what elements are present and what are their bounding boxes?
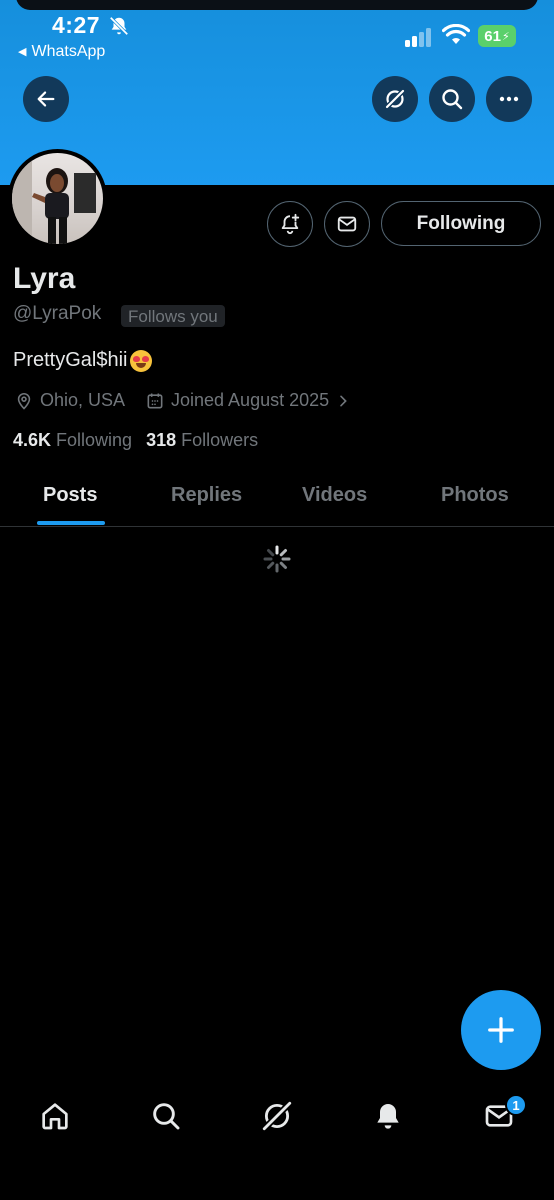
bell-muted-icon — [109, 16, 129, 36]
followers-stat[interactable]: 318 Followers — [146, 430, 258, 451]
tab-posts[interactable]: Posts — [43, 484, 97, 507]
back-button[interactable] — [23, 76, 69, 122]
followers-count: 318 — [146, 430, 177, 450]
grok-icon — [385, 89, 405, 109]
location-text: Ohio, USA — [40, 390, 126, 410]
nav-notifications[interactable] — [370, 1098, 406, 1134]
tab-replies[interactable]: Replies — [171, 484, 242, 507]
search-icon — [442, 89, 463, 110]
location-pin-icon — [17, 392, 31, 410]
battery-indicator: 61 ⚡ — [478, 25, 516, 47]
calendar-icon — [147, 393, 163, 408]
bio-text: PrettyGal$hii — [13, 349, 128, 371]
compose-post-button[interactable] — [461, 990, 541, 1070]
nav-grok[interactable] — [259, 1098, 295, 1134]
grok-button[interactable] — [372, 76, 418, 122]
charging-bolt-icon: ⚡ — [501, 30, 510, 43]
more-horizontal-icon — [499, 96, 519, 102]
home-icon — [42, 1103, 68, 1130]
follow-stats: 4.6K Following 318 Followers — [13, 430, 258, 451]
chevron-right-icon — [340, 395, 347, 406]
joined-date[interactable]: Joined August 2025 — [145, 390, 351, 411]
more-button[interactable] — [486, 76, 532, 122]
arrow-left-icon — [37, 91, 55, 107]
profile-bio: PrettyGal$hii — [13, 349, 152, 372]
following-count: 4.6K — [13, 430, 52, 450]
grok-icon — [261, 1100, 293, 1132]
joined-text: Joined August 2025 — [171, 390, 330, 410]
tab-videos[interactable]: Videos — [302, 484, 367, 507]
dynamic-island — [16, 0, 538, 10]
back-to-app-link[interactable]: ◀ WhatsApp — [18, 43, 105, 61]
cellular-signal-icon — [405, 27, 433, 47]
search-icon — [153, 1103, 180, 1130]
following-button[interactable]: Following — [381, 201, 541, 246]
messages-badge: 1 — [505, 1094, 527, 1116]
message-button[interactable] — [324, 201, 370, 247]
follows-you-badge: Follows you — [121, 305, 225, 327]
notifications-subscribe-button[interactable] — [267, 201, 313, 247]
search-button[interactable] — [429, 76, 475, 122]
profile-avatar[interactable] — [8, 149, 107, 248]
back-triangle-icon: ◀ — [18, 46, 27, 58]
active-tab-indicator — [37, 521, 105, 525]
avatar-photo — [12, 153, 103, 244]
tab-photos[interactable]: Photos — [441, 484, 509, 507]
status-time: 4:27 — [52, 12, 101, 38]
heart-eyes-cat-emoji-icon — [129, 349, 152, 372]
following-stat[interactable]: 4.6K Following — [13, 430, 132, 451]
followers-label: Followers — [181, 430, 259, 450]
location: Ohio, USA — [14, 390, 125, 411]
loading-spinner-icon — [263, 545, 291, 573]
wifi-icon — [442, 24, 470, 44]
mail-icon — [337, 216, 357, 232]
plus-icon — [488, 1017, 514, 1043]
notifications-icon — [377, 1104, 399, 1129]
display-name: Lyra — [13, 262, 76, 295]
following-label: Following — [56, 430, 133, 450]
bell-plus-icon — [281, 213, 300, 235]
nav-home[interactable] — [37, 1098, 73, 1134]
back-app-label: WhatsApp — [31, 43, 106, 60]
battery-level: 61 — [484, 27, 501, 45]
user-handle: @LyraPok — [13, 303, 102, 324]
profile-tabs: Posts Replies Videos Photos — [0, 470, 554, 527]
nav-search[interactable] — [148, 1098, 184, 1134]
